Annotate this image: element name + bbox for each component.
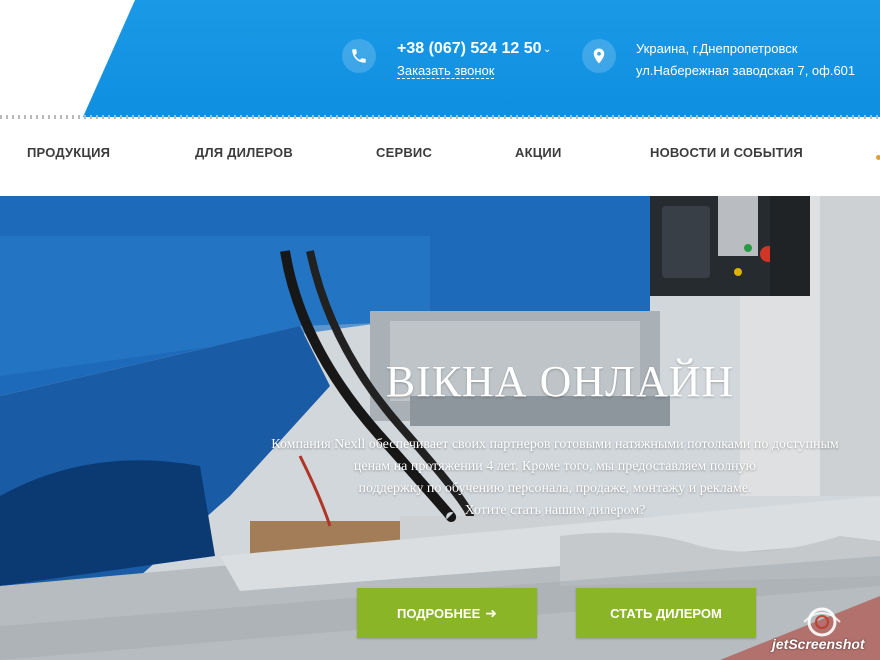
site-header: +38 (067) 524 12 50 ⌄ Заказать звонок Ук… bbox=[0, 0, 880, 117]
nav-item-promotions[interactable]: АКЦИИ bbox=[515, 145, 562, 160]
nav-item-products[interactable]: ПРОДУКЦИЯ bbox=[27, 145, 110, 160]
hero-text-line: Компания Nexll обеспечивает своих партне… bbox=[271, 437, 839, 452]
nav-item-dealers[interactable]: ДЛЯ ДИЛЕРОВ bbox=[195, 145, 293, 160]
phone-icon bbox=[342, 39, 376, 73]
more-button-label: ПОДРОБНЕЕ bbox=[397, 605, 481, 621]
location-pin-icon bbox=[582, 39, 616, 73]
hero-title: ВІКНА ОНЛАЙН bbox=[385, 357, 735, 406]
nav-overflow-dot bbox=[876, 155, 880, 160]
become-dealer-button[interactable]: СТАТЬ ДИЛЕРОМ bbox=[576, 588, 756, 638]
arrow-right-icon: ➜ bbox=[485, 604, 497, 621]
chevron-down-icon[interactable]: ⌄ bbox=[543, 44, 551, 55]
hero-text-line: ценам на протяжении 4 лет. Кроме того, м… bbox=[353, 459, 757, 474]
hero-banner: ВІКНА ОНЛАЙН Компания Nexll обеспечивает… bbox=[0, 196, 880, 660]
hero-description: Компания Nexll обеспечивает своих партне… bbox=[215, 434, 880, 522]
become-dealer-label: СТАТЬ ДИЛЕРОМ bbox=[610, 605, 722, 621]
hero-text-line: поддержку по обучению персонала, продаже… bbox=[358, 481, 752, 496]
address-city: Украина, г.Днепропетровск bbox=[636, 41, 798, 56]
address-street: ул.Набережная заводская 7, оф.601 bbox=[636, 63, 856, 78]
header-contact-band bbox=[83, 0, 880, 117]
nav-item-news[interactable]: НОВОСТИ И СОБЫТИЯ bbox=[650, 145, 803, 160]
watermark-text: jetScreenshot bbox=[772, 636, 865, 652]
main-nav: ПРОДУКЦИЯ ДЛЯ ДИЛЕРОВ СЕРВИС АКЦИИ НОВОС… bbox=[0, 125, 880, 196]
header-divider bbox=[0, 115, 880, 125]
nav-item-service[interactable]: СЕРВИС bbox=[376, 145, 432, 160]
callback-link[interactable]: Заказать звонок bbox=[397, 63, 495, 79]
more-button[interactable]: ПОДРОБНЕЕ ➜ bbox=[357, 588, 537, 638]
hero-text-line: Хотите стать нашим дилером? bbox=[464, 503, 646, 518]
phone-number[interactable]: +38 (067) 524 12 50 bbox=[397, 40, 542, 58]
